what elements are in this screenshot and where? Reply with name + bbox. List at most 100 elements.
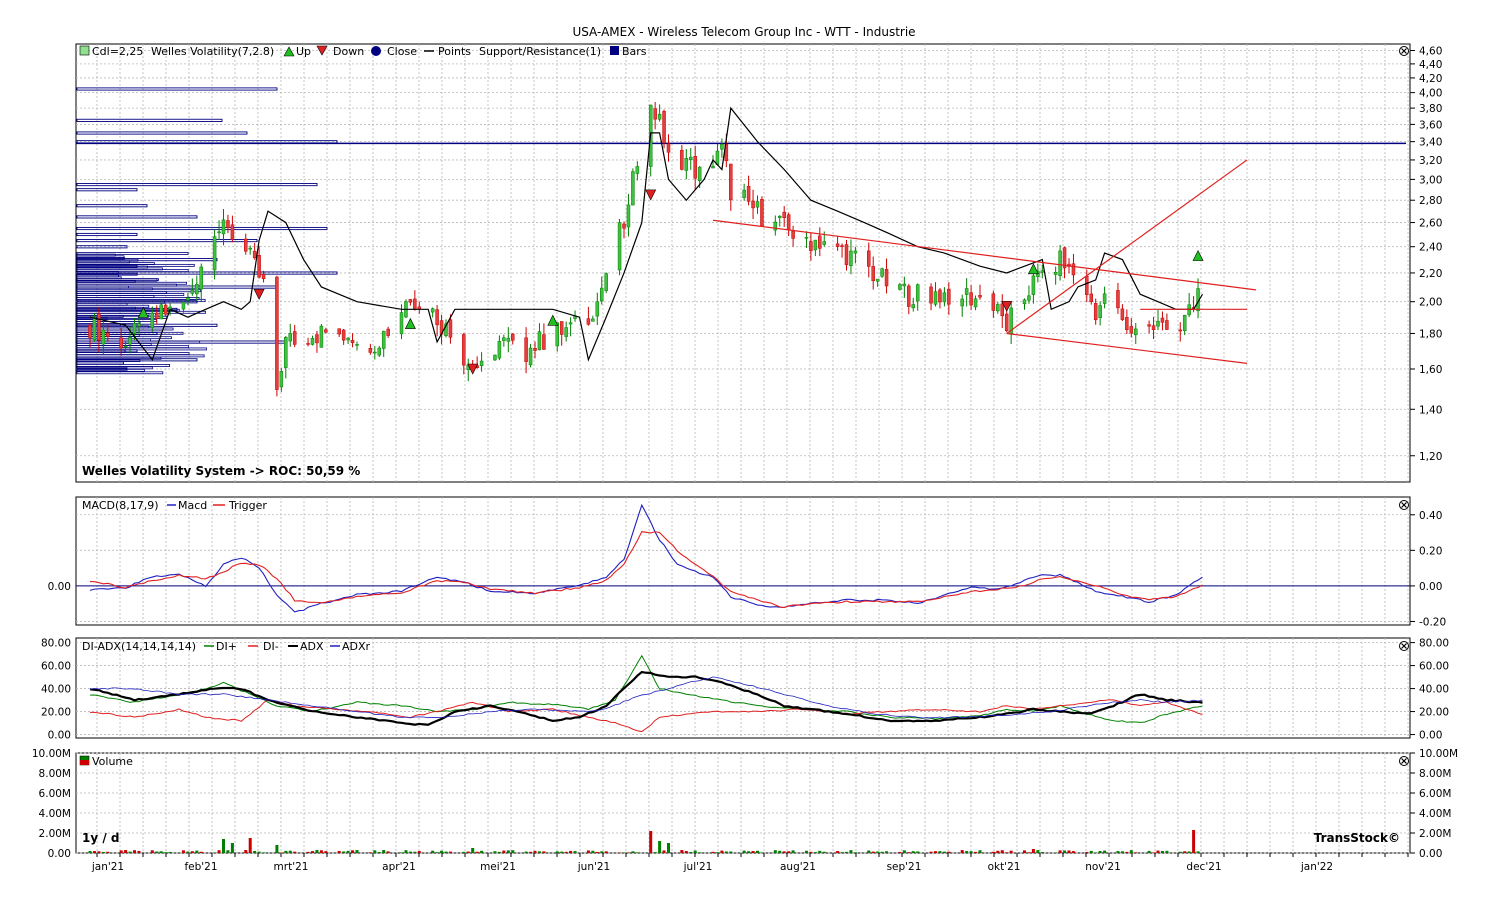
volume-bar bbox=[1067, 850, 1071, 853]
candle-body bbox=[1160, 317, 1165, 323]
volume-bar bbox=[128, 851, 132, 853]
volume-bar bbox=[524, 851, 528, 853]
price-y-tick: 2,00 bbox=[1419, 297, 1442, 309]
candle-body bbox=[742, 189, 746, 198]
candle-body bbox=[964, 288, 969, 295]
candle-body bbox=[1129, 326, 1134, 334]
candle-body bbox=[1147, 324, 1151, 327]
legend-up: Up bbox=[296, 45, 311, 58]
candle-body bbox=[782, 211, 786, 219]
candle-body bbox=[355, 344, 359, 346]
legend-support: Support/Resistance(1) bbox=[479, 45, 601, 58]
candle-body bbox=[1182, 315, 1187, 332]
candle-body bbox=[368, 347, 373, 353]
volume-bar bbox=[431, 850, 435, 853]
candle-body bbox=[875, 278, 880, 282]
y-tick: 60.00 bbox=[1419, 661, 1449, 673]
candle-body bbox=[261, 274, 266, 280]
volume-bar bbox=[324, 851, 328, 853]
volume-y-tick-left: 6.00M bbox=[39, 788, 71, 800]
x-tick-label: jul'21 bbox=[683, 861, 713, 873]
x-tick-label: jan'22 bbox=[1300, 861, 1333, 873]
volume-bar bbox=[689, 851, 693, 853]
candle-body bbox=[350, 340, 355, 344]
candle-body bbox=[804, 236, 809, 239]
volume-bar bbox=[244, 850, 248, 853]
volume-bar bbox=[667, 843, 670, 853]
volume-bar bbox=[181, 850, 185, 853]
volume-bar bbox=[475, 851, 479, 853]
volume-bar bbox=[876, 851, 880, 853]
volume-bar bbox=[400, 852, 403, 853]
volume-bar bbox=[1040, 852, 1044, 853]
volume-y-tick: 0.00 bbox=[1419, 848, 1442, 860]
close-dot-icon bbox=[371, 46, 381, 56]
candle-body bbox=[791, 230, 795, 239]
candle-body bbox=[969, 292, 973, 306]
candle-body bbox=[1053, 272, 1058, 275]
volume-bar bbox=[756, 850, 759, 853]
candle-body bbox=[279, 371, 284, 388]
x-tick-label: jun'21 bbox=[577, 861, 610, 873]
volume-bar bbox=[386, 851, 390, 853]
candle-body bbox=[559, 321, 564, 335]
volume-bar bbox=[319, 850, 323, 853]
volume-bar bbox=[942, 851, 946, 853]
volume-bar bbox=[462, 851, 466, 853]
candle-body bbox=[212, 236, 217, 271]
candle-body bbox=[101, 329, 106, 345]
candle-body bbox=[1134, 328, 1138, 336]
candle-body bbox=[604, 273, 608, 291]
volume-bar bbox=[1054, 852, 1058, 853]
candle-body bbox=[693, 156, 697, 179]
candle-body bbox=[715, 150, 720, 165]
volume-bar bbox=[947, 851, 951, 853]
volume-bar bbox=[822, 851, 826, 853]
candle-body bbox=[132, 323, 137, 334]
candle-body bbox=[386, 328, 390, 336]
close-volume-icon[interactable] bbox=[1399, 756, 1409, 766]
close-panel-icon[interactable] bbox=[1399, 46, 1409, 56]
volume-bar bbox=[355, 850, 359, 853]
price-y-tick: 1,60 bbox=[1419, 364, 1442, 376]
volume-bar bbox=[275, 845, 279, 853]
volume-bar bbox=[1152, 852, 1156, 853]
candle-body bbox=[106, 332, 110, 337]
volume-bar bbox=[155, 851, 159, 853]
y-tick: 20.00 bbox=[1419, 707, 1449, 719]
close-dmi-icon[interactable] bbox=[1399, 641, 1409, 651]
close-macd-icon[interactable] bbox=[1399, 500, 1409, 510]
volume-bar bbox=[1085, 851, 1089, 853]
macd-name: MACD(8,17,9) bbox=[82, 499, 159, 512]
candle-body bbox=[155, 312, 159, 319]
volume-bar bbox=[747, 851, 751, 853]
candle-body bbox=[435, 309, 439, 326]
candle-body bbox=[430, 308, 435, 313]
volume-bar bbox=[635, 852, 639, 853]
volume-bar bbox=[658, 841, 662, 853]
candle-body bbox=[217, 231, 221, 234]
volume-bar bbox=[916, 851, 920, 853]
volume-bar bbox=[969, 851, 973, 853]
candle-body bbox=[381, 330, 386, 349]
candle-body bbox=[1120, 308, 1125, 320]
volume-bar bbox=[564, 851, 568, 853]
volume-bar bbox=[853, 852, 857, 853]
volume-bar bbox=[230, 843, 234, 853]
volume-bar bbox=[257, 851, 261, 853]
volume-bar bbox=[1009, 850, 1013, 853]
volume-bar bbox=[448, 851, 452, 853]
candle-body bbox=[533, 348, 537, 351]
dmi-name: DI-ADX(14,14,14,14) bbox=[82, 640, 196, 653]
candle-body bbox=[119, 337, 123, 349]
x-tick-label: okt'21 bbox=[988, 861, 1021, 873]
candle-body bbox=[502, 337, 506, 341]
volume-bar bbox=[137, 850, 141, 853]
volume-bar bbox=[791, 850, 795, 853]
price-y-ticks: 4,60 4,40 4,20 4,00 3,80 3,60 3,40 3,20 3,00 2,80… bbox=[1410, 45, 1442, 463]
candle-body bbox=[275, 276, 279, 390]
price-y-tick: 1,20 bbox=[1419, 451, 1442, 463]
candle-body bbox=[929, 286, 933, 304]
volume-bar bbox=[742, 850, 746, 853]
candle-body bbox=[729, 163, 733, 201]
